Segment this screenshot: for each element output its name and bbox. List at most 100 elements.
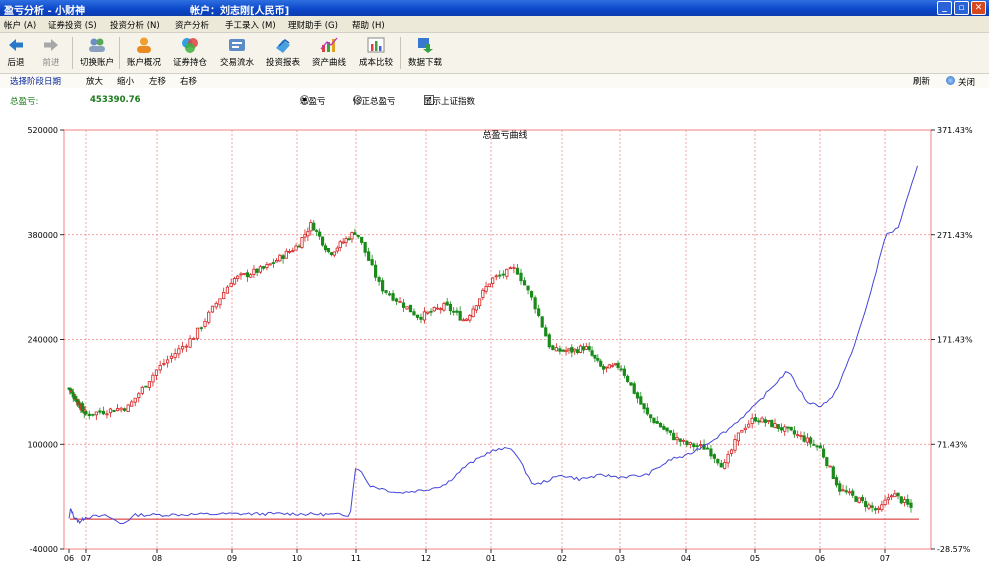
close-panel-button[interactable]: 关闭 <box>946 75 975 88</box>
candle-body <box>812 443 816 446</box>
candle-body <box>455 310 459 313</box>
candle-body <box>675 437 679 441</box>
close-window-button[interactable]: ✕ <box>971 1 986 15</box>
candle-body <box>716 458 720 464</box>
candle-body <box>465 318 469 321</box>
y-right-tick-label: 271.43% <box>937 231 973 240</box>
candle-body <box>287 250 292 253</box>
candle-body <box>461 319 466 322</box>
toolbar: 后退 前进 切换账户 账户概况 证券持仓 交易流水 投资报表 资产曲线 成本比较… <box>0 33 989 74</box>
switch-account-button[interactable]: 切换账户 <box>77 35 117 71</box>
menu-assets[interactable]: 资产分析 <box>175 19 209 31</box>
total-pnl-label: 总盈亏: <box>10 97 39 107</box>
candle-body <box>570 347 574 353</box>
candle-body <box>533 297 537 310</box>
candle-body <box>367 251 371 261</box>
menu-manual[interactable]: 手工录入 (M) <box>225 19 276 31</box>
menu-analysis[interactable]: 投资分析 (N) <box>110 19 160 31</box>
x-tick-label: 08 <box>152 554 162 563</box>
cost-compare-button[interactable]: 成本比较 <box>356 35 396 71</box>
x-tick-label: 02 <box>557 554 567 563</box>
candle-body <box>309 222 313 232</box>
candle-body <box>880 504 884 511</box>
scroll-left-button[interactable]: 左移 <box>149 75 166 87</box>
menu-securities[interactable]: 证券投资 (S) <box>48 19 97 31</box>
menu-account[interactable]: 帐户 (A) <box>4 19 36 31</box>
select-period-link[interactable]: 选择阶段日期 <box>10 75 61 87</box>
asset-curve-icon <box>320 37 338 52</box>
menu-help[interactable]: 帮助 (H) <box>352 19 385 31</box>
candle-body <box>873 508 877 511</box>
candle-body <box>818 445 822 449</box>
download-button[interactable]: 数据下载 <box>405 35 445 71</box>
report-button[interactable]: 投资报表 <box>263 35 303 71</box>
y-left-tick-label: -40000 <box>30 545 58 554</box>
candle-body <box>889 495 894 498</box>
candle-body <box>783 426 787 432</box>
candle-body <box>526 285 530 291</box>
radio-total-pnl-label: 总盈亏 <box>300 97 326 107</box>
candle-body <box>391 293 395 301</box>
candle-body <box>733 439 737 451</box>
candle-body <box>452 310 456 313</box>
candle-body <box>429 310 433 313</box>
menu-helper[interactable]: 理财助手 (G) <box>288 19 338 31</box>
candle-body <box>639 396 643 405</box>
account-title: 帐户：刘志刚[人民币] <box>190 6 290 17</box>
candle-body <box>177 348 181 355</box>
candle-body <box>370 259 374 266</box>
cost-compare-icon <box>367 37 385 53</box>
candle-body <box>652 417 656 424</box>
y-right-tick-label: -28.57% <box>937 545 971 554</box>
candle-body <box>736 432 741 442</box>
candle-body <box>394 298 399 302</box>
candle-body <box>242 272 246 275</box>
candle-body <box>796 434 800 437</box>
candle-body <box>747 423 751 428</box>
candle-body <box>353 232 357 236</box>
x-tick-label: 07 <box>880 554 890 563</box>
candle-body <box>306 231 310 237</box>
candle-body <box>137 393 141 398</box>
candle-body <box>271 262 275 264</box>
candle-body <box>312 222 316 231</box>
candle-body <box>203 320 207 327</box>
zoom-in-button[interactable]: 放大 <box>86 75 103 87</box>
scroll-right-button[interactable]: 右移 <box>180 75 197 87</box>
minimize-button[interactable]: _ <box>937 1 952 15</box>
candle-body <box>770 419 774 428</box>
toolbar-separator <box>72 37 73 69</box>
candle-body <box>779 427 784 431</box>
candle-body <box>515 267 520 275</box>
asset-curve-button[interactable]: 资产曲线 <box>309 35 349 71</box>
transactions-button[interactable]: 交易流水 <box>217 35 257 71</box>
candle-body <box>508 267 512 270</box>
refresh-button[interactable]: 刷新 <box>913 75 930 87</box>
account-overview-button[interactable]: 账户概况 <box>124 35 164 71</box>
candle-body <box>695 445 699 448</box>
candle-body <box>821 448 826 458</box>
candle-body <box>501 273 505 276</box>
candle-body <box>140 386 144 394</box>
candle-body <box>491 277 495 284</box>
holdings-button[interactable]: 证券持仓 <box>170 35 210 71</box>
candle-body <box>207 311 211 323</box>
candle-body <box>380 280 385 292</box>
candle-body <box>239 273 243 276</box>
candle-body <box>587 346 591 351</box>
forward-button[interactable]: 前进 <box>31 35 71 71</box>
candle-body <box>105 413 109 416</box>
candle-body <box>210 305 215 313</box>
candle-body <box>841 489 845 492</box>
candle-body <box>616 362 620 368</box>
candle-body <box>590 350 594 356</box>
menu-bar: 帐户 (A) 证券投资 (S) 投资分析 (N) 资产分析 手工录入 (M) 理… <box>0 16 989 33</box>
candle-body <box>809 437 813 444</box>
candle-body <box>593 354 597 359</box>
download-label: 数据下载 <box>407 58 442 68</box>
restore-button[interactable]: ▫ <box>954 1 969 15</box>
candle-body <box>763 419 767 423</box>
candle-body <box>619 368 623 371</box>
zoom-out-button[interactable]: 缩小 <box>117 75 134 87</box>
candle-body <box>377 277 381 282</box>
